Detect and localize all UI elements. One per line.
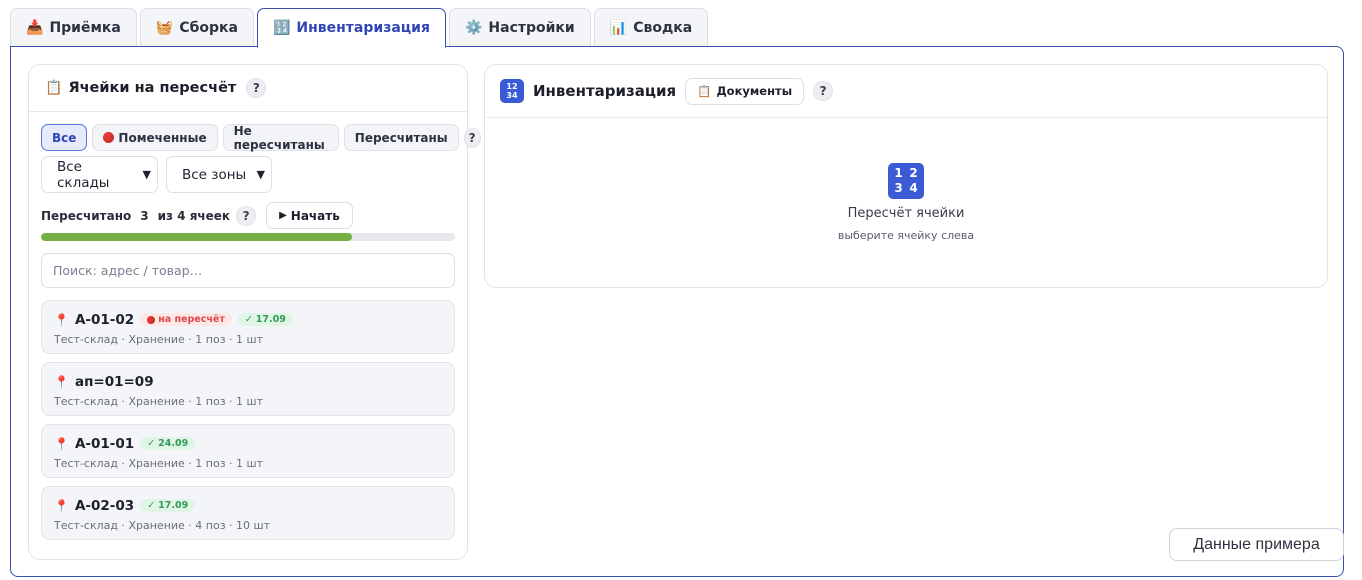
filter-flagged[interactable]: Помеченные [92, 124, 218, 151]
empty-state-hint: выберите ячейку слева [837, 229, 975, 242]
basket-icon: 🧺 [155, 20, 174, 36]
tab-label: Инвентаризация [296, 20, 430, 36]
tab-priemka[interactable]: 📥 Приёмка [10, 8, 137, 47]
tab-label: Сводка [633, 20, 693, 36]
start-label: Начать [290, 208, 340, 223]
sample-data-button[interactable]: Данные примера [1169, 528, 1344, 561]
red-circle-icon [103, 132, 115, 143]
empty-state: 1234 Пересчёт ячейки выберите ячейку сле… [485, 163, 1327, 242]
progress-bar [41, 233, 455, 241]
badge-text: 24.09 [158, 438, 189, 449]
numbers-icon: 🔢 [272, 20, 291, 36]
tab-label: Сборка [179, 20, 238, 36]
empty-state-title: Пересчёт ячейки [847, 206, 965, 221]
tab-content: 📋 Ячейки на пересчёт ? Все Помеченные Не… [10, 46, 1344, 577]
clipboard-icon: 📋 [45, 80, 63, 96]
date-badge: ✓ 24.09 [140, 437, 196, 450]
cell-address: A-01-02 [74, 311, 135, 328]
help-icon[interactable]: ? [236, 205, 257, 226]
filter-recounted[interactable]: Пересчитаны [343, 124, 459, 151]
filter-label: Помеченные [118, 130, 207, 145]
progress-total: из 4 ячеек [157, 208, 231, 223]
list-item[interactable]: 📍 ап=01=09 Тест-склад · Хранение · 1 поз… [41, 362, 455, 416]
cell-details: Тест-склад · Хранение · 1 поз · 1 шт [54, 395, 264, 408]
cell-details: Тест-склад · Хранение · 1 поз · 1 шт [54, 333, 264, 346]
badge-text: 17.09 [158, 500, 189, 511]
filter-label: Пересчитаны [354, 130, 448, 145]
cell-details: Тест-склад · Хранение · 4 поз · 10 шт [54, 519, 271, 532]
filter-all[interactable]: Все [41, 124, 88, 151]
progress-done: 3 [140, 208, 149, 223]
date-badge: ✓ 17.09 [237, 313, 293, 326]
inventory-panel: 12 34 Инвентаризация 📋 Документы ? 1234 П… [484, 64, 1328, 288]
filter-label: Не пересчитаны [233, 123, 325, 152]
tab-bar: 📥 Приёмка 🧺 Сборка 🔢 Инвентаризация ⚙️ Н… [10, 8, 709, 48]
list-item[interactable]: 📍 A-02-03 ✓ 17.09 Тест-склад · Хранение … [41, 486, 455, 540]
numbers-icon: 1234 [500, 79, 524, 103]
check-icon: ✓ [244, 314, 253, 325]
numbers-icon: 1234 [888, 163, 924, 199]
check-icon: ✓ [147, 500, 156, 511]
date-badge: ✓ 17.09 [140, 499, 196, 512]
help-icon[interactable]: ? [246, 78, 267, 98]
cell-address: ап=01=09 [74, 373, 154, 390]
badge-text: 17.09 [255, 314, 286, 325]
pin-icon: 📍 [54, 312, 69, 327]
zone-select[interactable]: Все зоны ▼ [166, 156, 272, 193]
gear-icon: ⚙️ [464, 20, 483, 36]
progress-bar-fill [41, 233, 352, 241]
clipboard-icon: 📋 [697, 84, 712, 98]
documents-label: Документы [716, 84, 793, 98]
filter-not-recounted[interactable]: Не пересчитаны [222, 123, 339, 152]
tab-inventarizatsiya[interactable]: 🔢 Инвентаризация [256, 8, 446, 48]
filter-chips: Все Помеченные Не пересчитаны Пересчитан… [41, 123, 481, 152]
chevron-down-icon: ▼ [256, 168, 265, 181]
pin-icon: 📍 [54, 498, 69, 513]
list-item[interactable]: 📍 A-01-01 ✓ 24.09 Тест-склад · Хранение … [41, 424, 455, 478]
tab-nastroyki[interactable]: ⚙️ Настройки [448, 8, 591, 47]
check-icon: ✓ [147, 438, 156, 449]
tab-label: Настройки [488, 20, 575, 36]
location-selects: Все склады ▼ Все зоны ▼ [41, 156, 272, 193]
warehouse-select[interactable]: Все склады ▼ [41, 156, 158, 193]
search-input[interactable] [41, 253, 455, 288]
cells-panel-header: 📋 Ячейки на пересчёт ? [29, 65, 467, 112]
start-button[interactable]: ▶ Начать [266, 202, 353, 229]
cell-details: Тест-склад · Хранение · 1 поз · 1 шт [54, 457, 264, 470]
chevron-down-icon: ▼ [142, 168, 151, 181]
red-circle-icon [147, 315, 156, 324]
pin-icon: 📍 [54, 374, 69, 389]
tab-svodka[interactable]: 📊 Сводка [593, 8, 709, 47]
inbox-tray-icon: 📥 [26, 20, 44, 36]
documents-button[interactable]: 📋 Документы [685, 77, 805, 105]
cells-panel: 📋 Ячейки на пересчёт ? Все Помеченные Не… [28, 64, 481, 560]
list-item[interactable]: 📍 A-01-02 на пересчёт ✓ 17.09 Тест-склад… [41, 300, 455, 354]
recount-badge: на пересчёт [140, 313, 232, 326]
progress-label: Пересчитано [41, 208, 132, 223]
help-icon[interactable]: ? [813, 81, 834, 101]
select-value: Все склады [57, 158, 110, 191]
tab-label: Приёмка [49, 20, 121, 36]
badge-text: на пересчёт [158, 314, 225, 325]
inventory-panel-title: Инвентаризация [533, 82, 677, 100]
cells-list: 📍 A-01-02 на пересчёт ✓ 17.09 Тест-склад… [41, 300, 455, 540]
filter-label: Все [52, 130, 77, 145]
play-icon: ▶ [279, 210, 287, 221]
cell-address: A-01-01 [74, 435, 135, 452]
cell-address: A-02-03 [74, 497, 135, 514]
inventory-panel-header: 12 34 Инвентаризация 📋 Документы ? [485, 65, 1327, 118]
bar-chart-icon: 📊 [609, 20, 628, 36]
progress-summary: Пересчитано 3 из 4 ячеек ? ▶ Начать [41, 202, 353, 229]
help-icon[interactable]: ? [463, 127, 481, 148]
tab-sborka[interactable]: 🧺 Сборка [139, 8, 254, 47]
select-value: Все зоны [182, 166, 247, 183]
cells-panel-title: Ячейки на пересчёт [68, 80, 237, 96]
pin-icon: 📍 [54, 436, 69, 451]
